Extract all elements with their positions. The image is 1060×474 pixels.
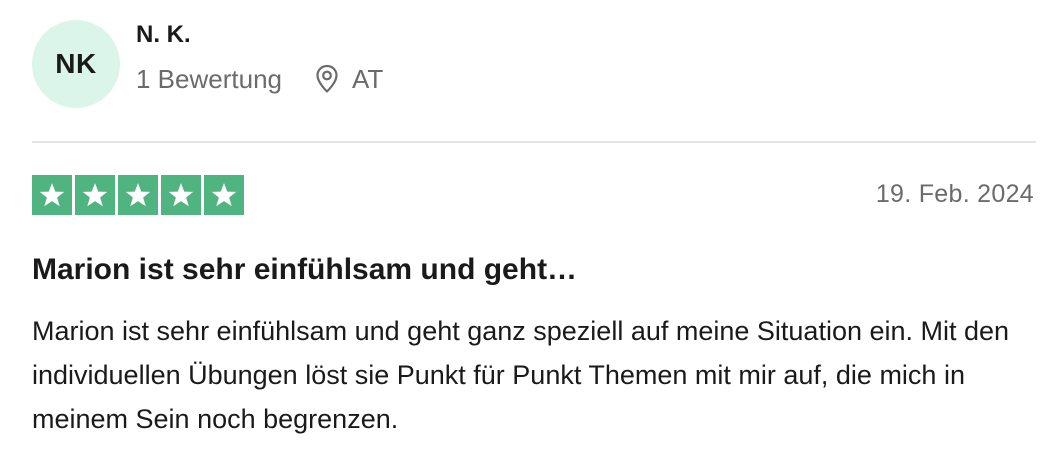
reviewer-info: N. K. 1 Bewertung AT	[136, 21, 383, 95]
review-title[interactable]: Marion ist sehr einfühlsam und geht…	[32, 250, 1032, 290]
divider	[32, 141, 1036, 143]
star-icon	[204, 175, 244, 215]
reviewer-meta: 1 Bewertung AT	[136, 64, 383, 95]
star-icon	[161, 175, 201, 215]
avatar[interactable]: NK	[32, 20, 120, 108]
review-card: NK N. K. 1 Bewertung AT 19. Feb. 2024 Ma…	[0, 0, 1060, 474]
review-count: 1 Bewertung	[136, 63, 282, 94]
star-icon	[75, 175, 115, 215]
review-text: Marion ist sehr einfühlsam und geht ganz…	[32, 316, 1010, 434]
location-pin-icon	[314, 64, 340, 94]
reviewer-location: AT	[314, 64, 383, 95]
star-rating	[32, 175, 244, 215]
star-icon	[32, 175, 72, 215]
review-date: 19. Feb. 2024	[875, 180, 1034, 208]
reviewer-name[interactable]: N. K.	[136, 20, 383, 50]
avatar-initials: NK	[55, 48, 97, 79]
location-label: AT	[351, 63, 384, 94]
star-icon	[118, 175, 158, 215]
reviewer-header: NK N. K. 1 Bewertung AT	[32, 20, 383, 108]
